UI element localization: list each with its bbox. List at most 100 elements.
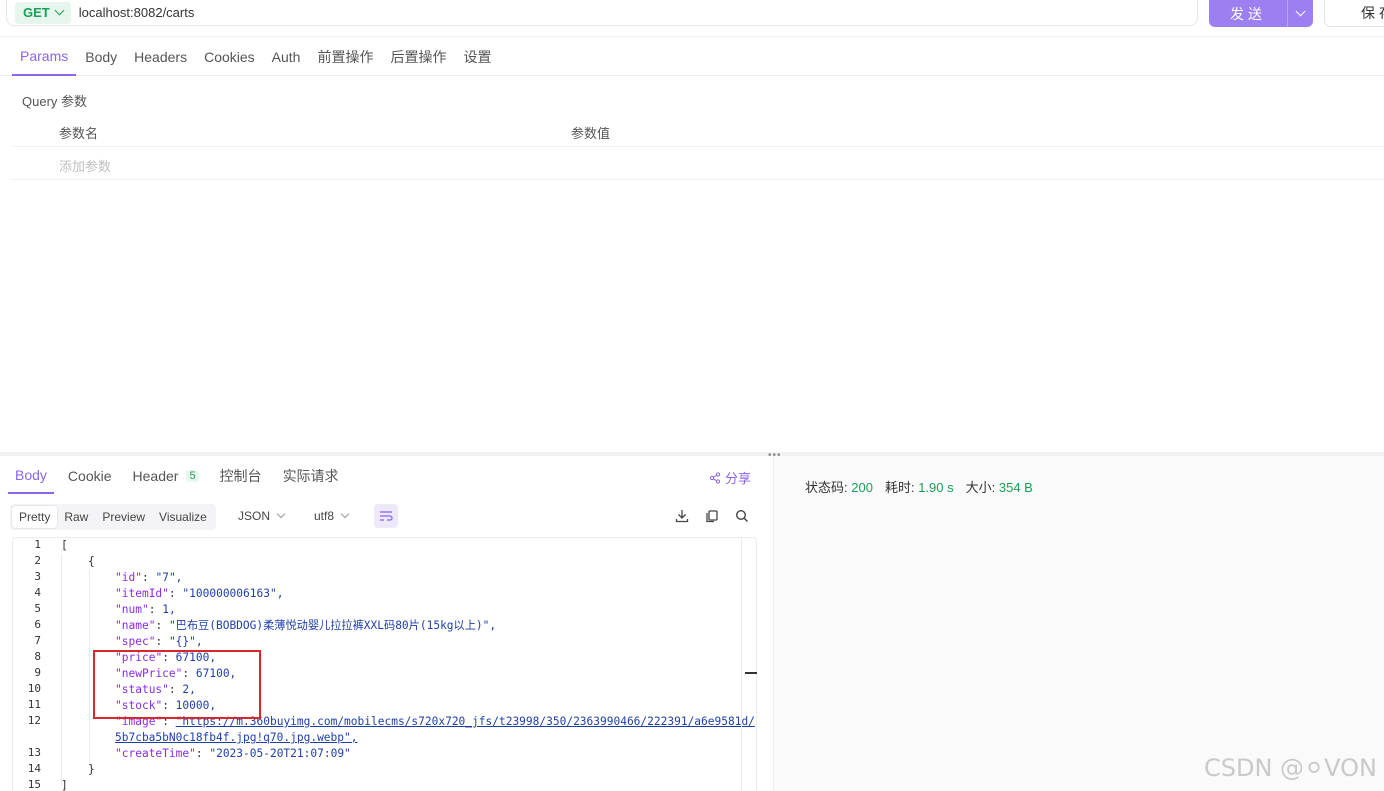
header-count-badge: 5 — [186, 470, 199, 482]
json-key: "itemId" — [115, 587, 169, 600]
view-visualize[interactable]: Visualize — [152, 506, 214, 528]
watermark: CSDN @⚪VON — [1204, 754, 1378, 782]
tab-pre-request[interactable]: 前置操作 — [309, 37, 381, 76]
response-time-value: 1.90 s — [918, 480, 954, 495]
method-label: GET — [23, 5, 50, 20]
tab-auth[interactable]: Auth — [264, 37, 309, 76]
line-number: 10 — [27, 682, 41, 695]
tab-headers[interactable]: Headers — [126, 37, 195, 76]
json-key: "spec" — [115, 635, 156, 648]
json-value: 1, — [162, 603, 176, 616]
copy-icon[interactable] — [704, 508, 720, 524]
line-number: 4 — [34, 586, 41, 599]
json-value: "2023-05-20T21:07:09" — [209, 747, 351, 760]
chevron-down-icon — [340, 509, 350, 519]
param-value-header: 参数值 — [571, 126, 611, 141]
code-line: "num": 1, — [115, 603, 176, 616]
json-key-text: id — [121, 571, 136, 584]
line-number: 2 — [34, 554, 41, 567]
code-line: { — [61, 554, 95, 570]
tab-response-body[interactable]: Body — [8, 458, 54, 494]
share-button[interactable]: 分享 — [709, 468, 751, 487]
add-param-row[interactable]: 添加参数 — [12, 148, 1384, 180]
image-url-link[interactable]: "https://m.360buyimg.com/mobilecms/s720x… — [176, 715, 755, 728]
json-key-text: itemId — [121, 587, 163, 600]
code-line: 5b7cba5bN0c18fb4f.jpg!q70.jpg.webp", — [115, 730, 357, 746]
download-icon[interactable] — [674, 508, 690, 524]
line-number: 15 — [27, 778, 41, 791]
response-tabs: Body Cookie Header 5 控制台 实际请求 — [8, 458, 768, 496]
bracket: [ — [61, 539, 68, 552]
encoding-label: utf8 — [314, 509, 335, 523]
status-code-value: 200 — [851, 480, 873, 495]
line-number: 7 — [34, 634, 41, 647]
method-select[interactable]: GET — [15, 1, 71, 24]
response-meta-panel — [774, 456, 1384, 791]
json-value: "100000006163", — [182, 587, 284, 600]
tab-settings[interactable]: 设置 — [455, 37, 499, 76]
json-value: "7", — [155, 571, 183, 584]
chevron-down-icon — [276, 509, 286, 519]
view-pretty[interactable]: Pretty — [12, 506, 58, 528]
line-number: 12 — [27, 714, 41, 727]
tab-actual-request[interactable]: 实际请求 — [276, 458, 346, 494]
chevron-down-icon — [54, 5, 65, 16]
line-number: 9 — [34, 666, 41, 679]
json-key: "name" — [115, 619, 156, 632]
view-preview[interactable]: Preview — [95, 506, 152, 528]
code-line: "name": "巴布豆(BOBDOG)柔薄悦动婴儿拉拉裤XXL码80片(15k… — [115, 619, 497, 632]
json-key: "createTime" — [115, 747, 196, 760]
send-button[interactable]: 发送 — [1209, 0, 1287, 27]
line-number: 11 — [27, 698, 41, 711]
save-button[interactable]: 保存 — [1324, 0, 1384, 27]
query-params-title: Query 参数 — [22, 94, 88, 109]
code-line: "spec": "{}", — [115, 635, 203, 648]
json-key-text: num — [121, 603, 142, 616]
json-key-text: name — [121, 619, 149, 632]
add-param-input[interactable]: 添加参数 — [59, 156, 111, 175]
json-value: "{}", — [168, 635, 203, 648]
code-line: "id": "7", — [115, 571, 183, 584]
search-icon[interactable] — [734, 508, 750, 524]
tab-cookies[interactable]: Cookies — [196, 37, 263, 76]
share-icon — [709, 471, 721, 484]
encoding-select[interactable]: utf8 — [314, 509, 350, 523]
wrap-lines-icon — [380, 511, 393, 521]
view-mode-segmented: Pretty Raw Preview Visualize — [10, 504, 216, 530]
response-time-label: 耗时: — [884, 480, 915, 495]
bracket: ] — [61, 779, 68, 791]
response-time: 耗时: 1.90 s — [885, 477, 954, 496]
view-raw[interactable]: Raw — [57, 506, 95, 528]
url-input[interactable]: localhost:8082/carts — [79, 5, 195, 20]
response-size-value: 354 B — [998, 480, 1033, 495]
line-number: 8 — [34, 650, 41, 663]
tab-post-request[interactable]: 后置操作 — [382, 37, 454, 76]
url-bar: GET localhost:8082/carts — [6, 0, 1198, 26]
line-number: 14 — [27, 762, 41, 775]
tab-response-header[interactable]: Header 5 — [126, 458, 206, 494]
code-line: ] — [61, 778, 68, 791]
format-label: JSON — [238, 509, 271, 523]
tab-body[interactable]: Body — [77, 37, 125, 76]
line-number: 1 — [34, 538, 41, 551]
share-label: 分享 — [725, 471, 752, 486]
line-number: 6 — [34, 618, 41, 631]
tab-response-header-label: Header — [132, 468, 179, 484]
tab-response-cookie[interactable]: Cookie — [61, 458, 119, 494]
annotation-highlight-box — [93, 650, 261, 719]
tab-console[interactable]: 控制台 — [213, 458, 269, 494]
params-table-header: 参数名 参数值 — [12, 114, 1384, 147]
format-select[interactable]: JSON — [238, 509, 286, 523]
word-wrap-button[interactable] — [374, 504, 398, 528]
brace: { — [61, 555, 95, 568]
tab-params[interactable]: Params — [12, 37, 77, 76]
response-status: 状态码: 200 耗时: 1.90 s 大小: 354 B — [805, 477, 1033, 496]
editor-scrollbar[interactable] — [741, 537, 757, 791]
response-size: 大小: 354 B — [966, 477, 1033, 496]
send-button-group: 发送 — [1209, 0, 1313, 27]
send-dropdown-button[interactable] — [1287, 0, 1313, 27]
json-key-text: createTime — [121, 747, 190, 760]
image-url-link-continued[interactable]: 5b7cba5bN0c18fb4f.jpg!q70.jpg.webp", — [115, 731, 357, 744]
json-key-text: spec — [121, 635, 149, 648]
response-size-label: 大小: — [965, 480, 996, 495]
